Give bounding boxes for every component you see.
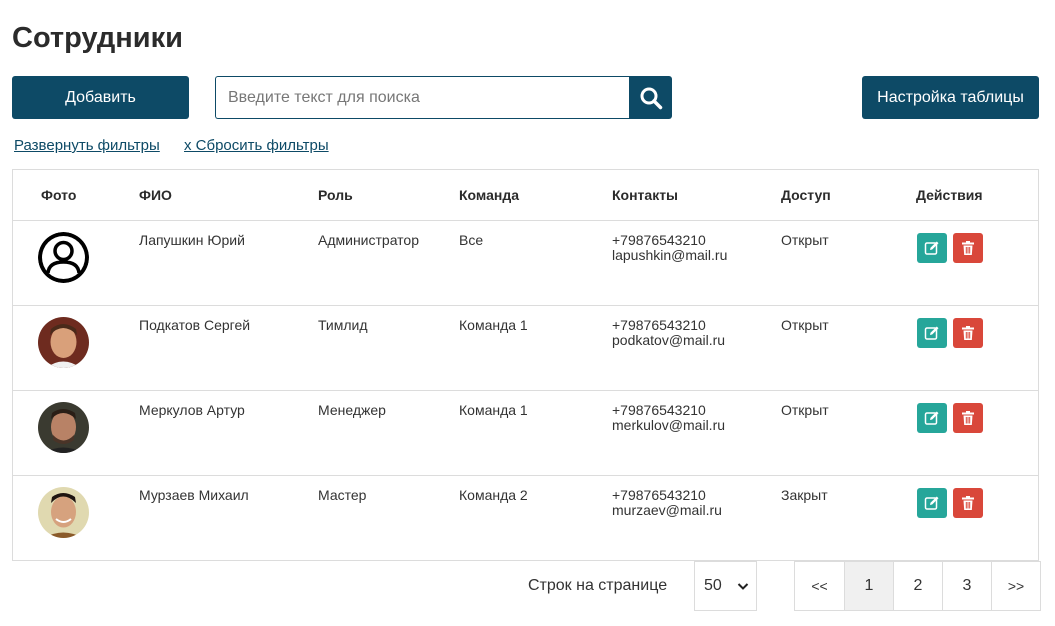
user-photo [38, 487, 89, 538]
cell-team: Все [459, 232, 484, 248]
cell-role: Мастер [318, 487, 367, 503]
table-row: Лапушкин Юрий Администратор Все +7987654… [13, 221, 1038, 306]
cell-name: Мурзаев Михаил [139, 487, 249, 503]
cell-contacts: +79876543210 murzaev@mail.ru [612, 488, 722, 518]
table-settings-button[interactable]: Настройка таблицы [862, 76, 1039, 119]
cell-team: Команда 2 [459, 487, 528, 503]
edit-button[interactable] [917, 233, 947, 263]
edit-icon [924, 241, 939, 255]
cell-contacts: +79876543210 lapushkin@mail.ru [612, 233, 727, 263]
page-title: Сотрудники [12, 22, 183, 54]
user-photo [38, 402, 89, 453]
search-input[interactable] [215, 76, 629, 119]
rows-per-page-value: 50 [704, 577, 722, 594]
expand-filters-link[interactable]: Развернуть фильтры [14, 137, 160, 154]
rows-per-page-select[interactable]: 50 [694, 561, 757, 611]
table-row: Мурзаев Михаил Мастер Команда 2 +7987654… [13, 476, 1038, 561]
cell-team: Команда 1 [459, 317, 528, 333]
search-button[interactable] [629, 76, 672, 119]
cell-email: murzaev@mail.ru [612, 502, 722, 518]
trash-icon [962, 496, 974, 510]
cell-email: podkatov@mail.ru [612, 332, 726, 348]
cell-access: Открыт [781, 402, 829, 418]
cell-email: lapushkin@mail.ru [612, 247, 728, 263]
edit-button[interactable] [917, 318, 947, 348]
delete-button[interactable] [953, 488, 983, 518]
cell-phone: +79876543210 [612, 232, 706, 248]
edit-button[interactable] [917, 488, 947, 518]
cell-role: Тимлид [318, 317, 368, 333]
table-header: Фото ФИО Роль Команда Контакты Доступ Де… [13, 170, 1038, 221]
edit-button[interactable] [917, 403, 947, 433]
edit-icon [924, 496, 939, 510]
cell-team: Команда 1 [459, 402, 528, 418]
table-row: Подкатов Сергей Тимлид Команда 1 +798765… [13, 306, 1038, 391]
cell-role: Менеджер [318, 402, 386, 418]
cell-phone: +79876543210 [612, 487, 706, 503]
employees-table: Фото ФИО Роль Команда Контакты Доступ Де… [12, 169, 1039, 561]
page-first-button[interactable]: << [795, 562, 844, 610]
cell-access: Открыт [781, 232, 829, 248]
trash-icon [962, 411, 974, 425]
delete-button[interactable] [953, 403, 983, 433]
cell-role: Администратор [318, 232, 420, 248]
pagination: << 1 2 3 >> [794, 561, 1041, 611]
cell-contacts: +79876543210 podkatov@mail.ru [612, 318, 725, 348]
search-icon [640, 87, 662, 109]
table-row: Меркулов Артур Менеджер Команда 1 +79876… [13, 391, 1038, 476]
trash-icon [962, 241, 974, 255]
page-button-2[interactable]: 2 [893, 562, 942, 610]
delete-button[interactable] [953, 318, 983, 348]
page-button-1[interactable]: 1 [844, 562, 893, 610]
reset-filters-link[interactable]: x Сбросить фильтры [184, 137, 329, 154]
header-photo: Фото [41, 187, 77, 203]
cell-phone: +79876543210 [612, 317, 706, 333]
header-access: Доступ [781, 187, 831, 203]
cell-email: merkulov@mail.ru [612, 417, 726, 433]
cell-access: Открыт [781, 317, 829, 333]
cell-name: Подкатов Сергей [139, 317, 251, 333]
rows-per-page-label: Строк на странице [528, 577, 668, 594]
default-user-icon [38, 232, 89, 283]
cell-phone: +79876543210 [612, 402, 706, 418]
header-contacts: Контакты [612, 187, 679, 203]
header-team: Команда [459, 187, 519, 203]
header-name: ФИО [139, 187, 172, 203]
cell-name: Меркулов Артур [139, 402, 245, 418]
cell-access: Закрыт [781, 487, 828, 503]
page-button-3[interactable]: 3 [942, 562, 991, 610]
edit-icon [924, 326, 939, 340]
header-role: Роль [318, 187, 353, 203]
cell-name: Лапушкин Юрий [139, 232, 245, 248]
page-last-button[interactable]: >> [991, 562, 1040, 610]
trash-icon [962, 326, 974, 340]
edit-icon [924, 411, 939, 425]
chevron-down-icon [737, 583, 749, 590]
delete-button[interactable] [953, 233, 983, 263]
user-photo [38, 317, 89, 368]
header-actions: Действия [916, 187, 983, 203]
add-button[interactable]: Добавить [12, 76, 189, 119]
search-bar [215, 76, 672, 119]
cell-contacts: +79876543210 merkulov@mail.ru [612, 403, 725, 433]
